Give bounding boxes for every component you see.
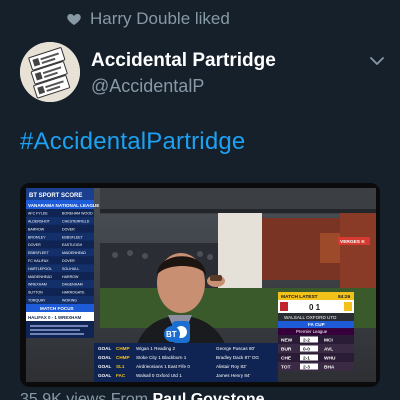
league-table-away: EASTLEIGH xyxy=(62,243,83,247)
match-focus-label: MATCH FOCUS xyxy=(40,306,74,311)
side-score-result: 2-1 xyxy=(303,356,310,362)
chevron-down-icon[interactable] xyxy=(370,56,384,66)
league-table-home: WREXHAM xyxy=(28,283,47,287)
league-table-home: FC HALIFAX xyxy=(28,259,49,263)
league-table-away: HARROGATE xyxy=(62,291,85,295)
ticker-competition: CHMP xyxy=(116,346,130,351)
league-table-home: EBBSFLEET xyxy=(28,251,50,255)
author-handle[interactable]: @AccidentalP xyxy=(91,76,204,97)
ticker-result: Wigan 1 Reading 2 xyxy=(136,346,176,351)
ticker-result: Airdrieonians 1 East Fife 0 xyxy=(136,364,190,369)
ticker-type: GOAL xyxy=(98,364,111,369)
heart-icon xyxy=(67,14,81,25)
match-latest-score: 0 1 xyxy=(309,303,321,312)
ground-sign: VERGES K xyxy=(340,239,365,245)
league-table-home: DOVER xyxy=(28,243,41,247)
side-score-table: NEW 2-2 MCI BUR 0-0 AVL CHE 2-1 WHU TOT 2-3 BHA xyxy=(278,335,354,371)
league-table-away: BOREHAM WOOD xyxy=(62,212,93,216)
video-frame: BT SPORT SCORE VANARAMA NATIONAL LEAGUE … xyxy=(20,183,380,387)
side-score-away: WHU xyxy=(324,356,336,362)
ticker-competition: CHMP xyxy=(116,355,130,360)
view-count: 35.9K views xyxy=(20,391,107,400)
goal-scorer: James Henry 84' xyxy=(216,373,250,378)
side-score-result: 2-2 xyxy=(303,338,310,344)
hashtag-link[interactable]: #AccidentalPartridge xyxy=(20,128,245,156)
author-name[interactable]: Accidental Partridge xyxy=(91,50,276,72)
league-table: AFC FYLDE BOREHAM WOOD ALDERSHOT CHESTERFIE… xyxy=(26,209,94,304)
league-table-away: SOLIHULL xyxy=(62,267,79,271)
ticker-result: Stoke City 1 Blackburn 1 xyxy=(136,355,187,360)
side-score-away: BHA xyxy=(324,365,335,371)
ticker-type: GOAL xyxy=(98,355,111,360)
match-latest-teams: WALSALL OXFORD UTD xyxy=(284,315,337,320)
side-score-result: 0-0 xyxy=(303,347,310,353)
side-score-away: MCI xyxy=(324,338,333,344)
goal-scorer: Alistair Roy 83' xyxy=(216,364,247,369)
league-table-home: ALDERSHOT xyxy=(28,220,51,224)
ticker-result: Walsall 0 Oxford Utd 1 xyxy=(136,373,182,378)
league-table-away: MAIDENHEAD xyxy=(62,251,86,255)
side-score-home: BUR xyxy=(281,347,292,353)
side-score-home: TOT xyxy=(281,365,291,371)
league-table-away: DOVER xyxy=(62,259,75,263)
league-table-home: BROMLEY xyxy=(28,235,46,239)
league-table-home: TORQUAY xyxy=(28,299,46,303)
goal-scorer: George Puscas 80' xyxy=(216,346,255,351)
match-focus-score: HALIFAX 0 - 1 WREXHAM xyxy=(28,315,82,320)
league-table-away: HARROW xyxy=(62,275,79,279)
league-table-home: HARTLEPOOL xyxy=(28,267,52,271)
social-context[interactable]: Harry Double liked xyxy=(66,9,230,29)
match-latest-label: MATCH LATEST xyxy=(281,294,318,300)
premier-league-label: Premier League xyxy=(296,329,328,334)
league-table-away: WOKING xyxy=(62,299,77,303)
video-attribution: 35.9K views From Paul Govstone xyxy=(20,391,265,400)
goal-scorer: Bradley Dack 87' OG xyxy=(216,355,259,360)
league-header: VANARAMA NATIONAL LEAGUE xyxy=(28,203,99,208)
side-score-home: CHE xyxy=(281,356,292,362)
tweet-screen: Harry Double liked Accidental Partridge … xyxy=(0,0,400,400)
from-label: From xyxy=(110,391,149,400)
ticker-competition: SL1 xyxy=(116,364,125,369)
avatar-cards-icon xyxy=(20,42,80,102)
side-score-away: AVL xyxy=(324,347,333,353)
league-table-home: MAIDENHEAD xyxy=(28,275,52,279)
cup-label: FA CUP xyxy=(308,322,325,327)
league-table-away: DOVER xyxy=(62,227,75,231)
league-table-home: SUTTON xyxy=(28,291,43,295)
ticker-competition: FAC xyxy=(116,373,126,378)
avatar[interactable] xyxy=(20,42,80,102)
bt-badge: BT xyxy=(166,330,177,339)
social-context-text: Harry Double liked xyxy=(90,9,230,28)
broadcaster-label: BT SPORT SCORE xyxy=(29,193,82,199)
league-table-away: CHESTERFIELD xyxy=(62,220,90,224)
match-latest-clock: 84:26 xyxy=(338,294,351,300)
league-table-home: BARROW xyxy=(28,227,45,231)
video-media[interactable]: BT SPORT SCORE VANARAMA NATIONAL LEAGUE … xyxy=(20,183,380,387)
side-score-result: 2-3 xyxy=(303,365,310,371)
league-table-away: EBBSFLEET xyxy=(62,235,84,239)
side-score-home: NEW xyxy=(281,338,293,344)
league-table-away: DAGENHAM xyxy=(62,283,83,287)
ticker-type: GOAL xyxy=(98,373,111,378)
ticker-type: GOAL xyxy=(98,346,111,351)
league-table-home: AFC FYLDE xyxy=(28,212,48,216)
from-user-link[interactable]: Paul Govstone xyxy=(153,391,265,400)
